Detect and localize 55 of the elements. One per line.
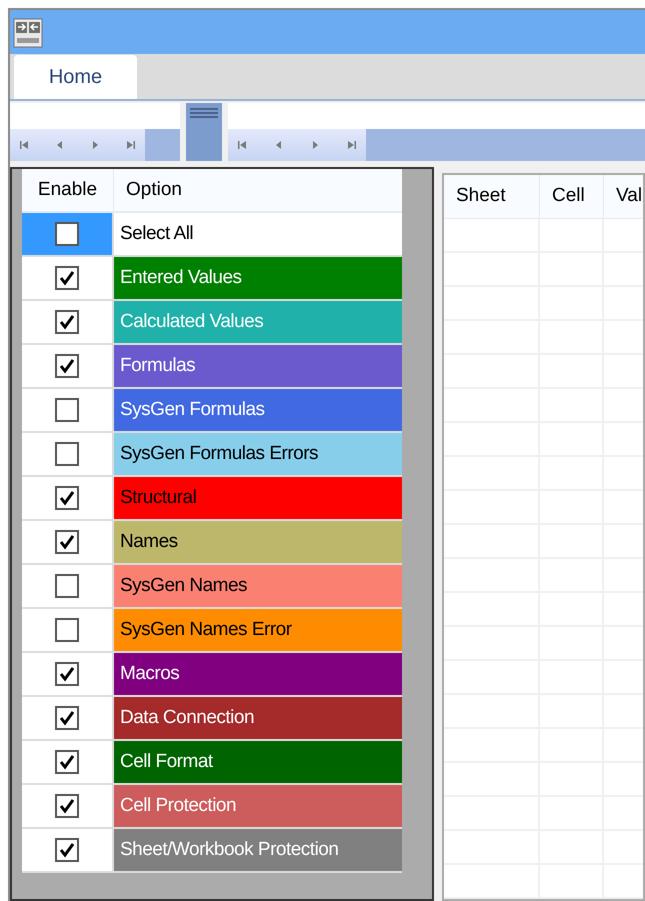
option-cell: Structural <box>114 477 402 519</box>
checkbox[interactable] <box>55 794 79 818</box>
checkbox[interactable] <box>55 266 79 290</box>
option-cell: SysGen Formulas <box>114 389 402 431</box>
resize-icon <box>188 107 220 119</box>
checkbox[interactable] <box>55 838 79 862</box>
option-cell: Entered Values <box>114 257 402 299</box>
checkbox[interactable] <box>55 618 79 642</box>
checkbox[interactable] <box>55 310 79 334</box>
last-icon[interactable] <box>124 139 137 151</box>
checkbox[interactable] <box>55 574 79 598</box>
text-field[interactable] <box>10 103 180 129</box>
checkbox[interactable] <box>55 662 79 686</box>
column-header: Option <box>125 178 183 202</box>
check-icon <box>59 754 75 770</box>
checkbox[interactable] <box>55 530 79 554</box>
check-icon <box>59 358 75 374</box>
column-header: Val <box>604 175 643 218</box>
checkbox[interactable] <box>55 442 79 466</box>
checkbox-cell[interactable] <box>22 213 114 255</box>
option-cell: SysGen Names Error <box>114 609 402 651</box>
option-cell: Cell Format <box>114 741 402 783</box>
checkbox[interactable] <box>55 706 79 730</box>
app-icon <box>13 18 43 48</box>
check-icon <box>59 842 75 858</box>
option-cell: Macros <box>114 653 402 695</box>
option-cell: Names <box>114 521 402 563</box>
option-cell: SysGen Formulas Errors <box>114 433 402 475</box>
option-cell: Calculated Values <box>114 301 402 343</box>
check-icon <box>59 314 75 330</box>
option-cell: Formulas <box>114 345 402 387</box>
option-cell: Cell Protection <box>114 785 402 827</box>
checkbox[interactable] <box>55 222 79 246</box>
last-icon[interactable] <box>346 139 358 151</box>
check-icon <box>59 270 75 286</box>
check-icon <box>59 710 75 726</box>
ribbon-tab[interactable]: Home <box>14 55 137 99</box>
checkbox[interactable] <box>55 486 79 510</box>
option-cell: Sheet/Workbook Protection <box>114 829 402 871</box>
checkbox[interactable] <box>55 398 79 422</box>
first-icon[interactable] <box>18 139 30 151</box>
check-icon <box>59 534 75 550</box>
checkbox[interactable] <box>55 354 79 378</box>
checkbox[interactable] <box>55 750 79 774</box>
column-header: Cell <box>540 175 604 218</box>
text-field[interactable] <box>228 103 645 129</box>
check-icon <box>59 798 75 814</box>
column-header: Enable <box>22 169 114 211</box>
option-cell: Data Connection <box>114 697 402 739</box>
check-icon <box>59 666 75 682</box>
check-icon <box>59 490 75 506</box>
column-header: Sheet <box>444 175 540 218</box>
option-cell: SysGen Names <box>114 565 402 607</box>
splitter-handle[interactable] <box>186 103 222 161</box>
first-icon[interactable] <box>236 139 248 151</box>
